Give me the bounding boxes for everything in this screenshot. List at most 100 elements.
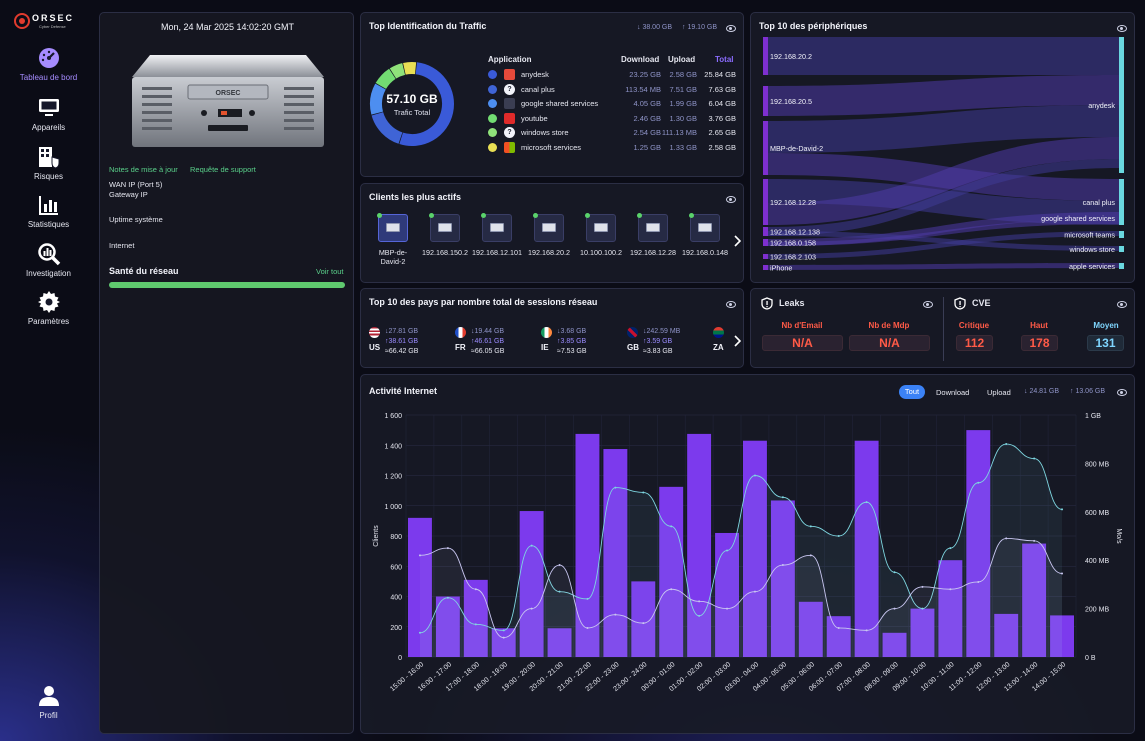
nav-dashboard[interactable]: Tableau de bord <box>0 46 97 82</box>
password-count-label: Nb de Mdp <box>868 321 910 330</box>
countries-list: US ↓27.81 GB ↑38.61 GB ≈66.42 GB FR ↓19.44 GB… <box>369 289 729 369</box>
password-count-value: N/A <box>849 335 930 351</box>
chevron-right-icon[interactable] <box>733 335 741 347</box>
country-code: FR <box>455 343 466 352</box>
sankey-target-label: google shared services <box>1041 214 1115 223</box>
online-dot <box>481 213 486 218</box>
nav-risks[interactable]: Risques <box>0 145 97 181</box>
series-point <box>1061 508 1064 511</box>
activity-panel: Activité Internet Tout Download Upload ↓… <box>360 374 1135 734</box>
online-dot <box>377 213 382 218</box>
nav-devices[interactable]: Appareils <box>0 96 97 132</box>
laptop-icon <box>594 223 608 232</box>
traffic-row[interactable]: youtube 2.46 GB 1.30 GB 3.76 GB <box>488 112 738 125</box>
app-upload: 1.99 GB <box>669 99 697 109</box>
sankey-link-9 <box>768 263 1119 270</box>
router-brand-label: ORSEC <box>216 90 241 97</box>
orsec-logo: ORSEC Cyber Defense <box>14 13 72 29</box>
client-label: 192.168.12.28 <box>630 248 676 257</box>
traffic-row[interactable]: google shared services 4.05 GB 1.99 GB 6.04… <box>488 97 738 110</box>
sankey-target-bar <box>1119 212 1124 224</box>
client-item[interactable]: 192.168.12.28 <box>627 213 679 257</box>
country-download: ↓19.44 GB <box>471 328 505 335</box>
cve-title: CVE <box>972 298 991 308</box>
client-item[interactable]: MBP-de-David-2 <box>367 213 419 266</box>
app-total: 7.63 GB <box>708 84 736 94</box>
traffic-download-total: ↓ 38.00 GB <box>637 24 673 31</box>
app-upload: 111.13 MB <box>661 128 697 138</box>
traffic-row[interactable]: microsoft services 1.25 GB 1.33 GB 2.58 GB <box>488 141 738 154</box>
app-name: google shared services <box>521 99 599 109</box>
eye-icon[interactable] <box>726 25 736 32</box>
y2-axis-label: Mo/s <box>1115 528 1122 544</box>
devices-panel: Top 10 des périphériques 192.168.20.2 192… <box>750 12 1135 283</box>
country-download: ↓3.68 GB <box>557 328 587 335</box>
donut-total-label: Trafic Total <box>393 108 431 117</box>
client-item[interactable]: 192.168.20.2 <box>523 213 575 257</box>
laptop-icon <box>698 223 712 232</box>
support-request-link[interactable]: Requête de support <box>190 165 256 174</box>
microsoft-icon <box>504 142 515 153</box>
clients-panel: Clients les plus actifs MBP-de-David-2 19… <box>360 183 744 283</box>
nav-statistics[interactable]: Statistiques <box>0 193 97 229</box>
eye-icon[interactable] <box>1117 301 1127 308</box>
client-label: MBP-de-David-2 <box>378 248 408 266</box>
monitor-icon <box>38 99 59 116</box>
app-download: 1.25 GB <box>633 143 661 152</box>
release-notes-link[interactable]: Notes de mise à jour <box>109 165 178 174</box>
series-point <box>530 607 533 610</box>
legend-dot <box>488 99 497 109</box>
series-point <box>474 588 477 591</box>
client-avatar <box>533 213 564 242</box>
series-point <box>753 474 756 477</box>
traffic-row[interactable]: ? canal plus 113.54 MB 7.51 GB 7.63 GB <box>488 83 738 96</box>
sankey-source-label: 192.168.0.158 <box>770 239 816 248</box>
traffic-row[interactable]: anydesk 23.25 GB 2.58 GB 25.84 GB <box>488 68 738 81</box>
traffic-title: Top Identification du Traffic <box>369 21 487 31</box>
series-point <box>809 525 812 528</box>
nav-settings[interactable]: Paramètres <box>0 290 97 326</box>
sankey-source-bar <box>763 86 768 116</box>
leaks-title: Leaks <box>779 298 805 308</box>
online-dot <box>585 213 590 218</box>
client-item[interactable]: 10.100.100.2 <box>575 213 627 257</box>
y-tick-label: 600 <box>390 564 402 571</box>
series-point <box>753 590 756 593</box>
legend-dot <box>488 113 497 123</box>
app-name: windows store <box>521 128 569 138</box>
sankey-source-label: 192.168.12.138 <box>770 228 820 237</box>
y-tick-label: 200 <box>390 625 402 632</box>
gb-flag-icon <box>627 327 638 338</box>
country-total: ≈3.83 GB <box>643 348 673 355</box>
eye-icon[interactable] <box>923 301 933 308</box>
chevron-right-icon[interactable] <box>733 235 741 247</box>
traffic-row[interactable]: ? windows store 2.54 GB 111.13 MB 2.65 GB <box>488 126 738 139</box>
email-count-value: N/A <box>762 335 843 351</box>
nav-investigation[interactable]: Investigation <box>0 242 97 278</box>
client-item[interactable]: 192.168.150.2 <box>419 213 471 257</box>
country-code: US <box>369 343 381 352</box>
see-all-link[interactable]: Voir tout <box>316 267 344 276</box>
cve-medium-label: Moyen <box>1093 321 1119 330</box>
app-download: 2.46 GB <box>633 113 661 123</box>
nav-profile[interactable]: Profil <box>0 684 97 720</box>
laptop-icon <box>646 223 660 232</box>
legend-dot <box>488 143 497 152</box>
country-upload: ↑3.59 GB <box>643 338 673 345</box>
series-point <box>558 564 561 567</box>
series-point <box>893 571 896 574</box>
series-point <box>1005 443 1008 446</box>
series-point <box>418 554 421 557</box>
nav-dashboard-label: Tableau de bord <box>19 73 78 82</box>
online-dot <box>533 213 538 218</box>
series-point <box>726 549 729 552</box>
sankey-source-label: 192.168.12.28 <box>770 198 816 207</box>
sankey-target-bar <box>1119 246 1124 252</box>
series-point <box>502 629 505 632</box>
health-bar-fill <box>109 282 345 288</box>
security-panel: Leaks Nb d'Email Nb de Mdp N/A N/A CVE C… <box>750 288 1135 368</box>
client-item[interactable]: 192.168.12.101 <box>471 213 523 257</box>
client-item[interactable]: 192.168.0.148 <box>679 213 731 257</box>
devices-sankey: 192.168.20.2 192.168.20.5 MBP-de-David-2 19… <box>763 37 1124 273</box>
app-download: 4.05 GB <box>633 99 661 109</box>
